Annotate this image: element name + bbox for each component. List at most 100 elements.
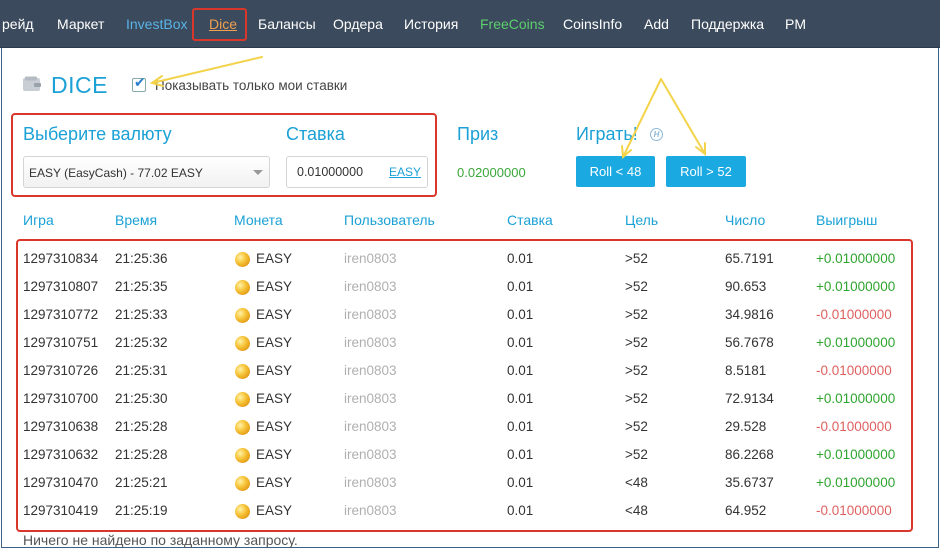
cell-user[interactable]: iren0803 <box>344 475 397 490</box>
currency-select-value: EASY (EasyCash) - 77.02 EASY <box>29 166 203 180</box>
cell-number: 90.653 <box>725 279 767 294</box>
cell-game: 1297310632 <box>23 447 99 462</box>
check-icon: ✔ <box>134 74 146 90</box>
column-header-coin[interactable]: Монета <box>234 212 283 228</box>
column-header-user[interactable]: Пользователь <box>344 212 435 228</box>
cell-user[interactable]: iren0803 <box>344 335 397 350</box>
column-header-bet[interactable]: Ставка <box>507 212 553 228</box>
cell-game: 1297310726 <box>23 363 99 378</box>
cell-number: 8.5181 <box>725 363 767 378</box>
cell-coin: EASY <box>256 251 293 266</box>
coin-icon <box>235 420 250 435</box>
cell-time: 21:25:28 <box>115 447 168 462</box>
nav-item-coinsinfo[interactable]: CoinsInfo <box>563 16 622 32</box>
column-header-target[interactable]: Цель <box>625 212 658 228</box>
table-row: 1297310632 21:25:28 EASY iren0803 0.01 >52 86.… <box>0 447 940 475</box>
cell-coin: EASY <box>256 475 293 490</box>
column-header-win[interactable]: Выигрыш <box>816 212 877 228</box>
coin-icon <box>235 504 250 519</box>
cell-bet: 0.01 <box>507 447 534 462</box>
cell-time: 21:25:21 <box>115 475 168 490</box>
table-row: 1297310772 21:25:33 EASY iren0803 0.01 >52 34.… <box>0 307 940 335</box>
play-heading: Играть! <box>576 124 638 144</box>
cell-game: 1297310470 <box>23 475 99 490</box>
nav-item-trade[interactable]: рейд <box>2 16 34 32</box>
cell-game: 1297310772 <box>23 307 99 322</box>
prize-value: 0.02000000 <box>457 165 526 180</box>
cell-coin: EASY <box>256 279 293 294</box>
cell-bet: 0.01 <box>507 279 534 294</box>
cell-user[interactable]: iren0803 <box>344 419 397 434</box>
cell-user[interactable]: iren0803 <box>344 251 397 266</box>
nav-item-market[interactable]: Маркет <box>57 16 104 32</box>
table-row: 1297310700 21:25:30 EASY iren0803 0.01 >52 72.… <box>0 391 940 419</box>
bet-input-value[interactable]: 0.01000000 <box>297 165 363 179</box>
cell-win: +0.01000000 <box>816 279 896 294</box>
cell-target: >52 <box>625 391 648 406</box>
bet-currency-link[interactable]: EASY <box>389 165 421 179</box>
nav-item-support[interactable]: Поддержка <box>691 16 764 32</box>
table-row: 1297310834 21:25:36 EASY iren0803 0.01 >52 65.… <box>0 251 940 279</box>
cell-game: 1297310638 <box>23 419 99 434</box>
nav-item-freecoins[interactable]: FreeCoins <box>480 16 545 32</box>
cell-number: 64.952 <box>725 503 767 518</box>
cell-number: 65.7191 <box>725 251 774 266</box>
cell-bet: 0.01 <box>507 251 534 266</box>
cell-target: <48 <box>625 503 648 518</box>
dice-highlight-box <box>192 8 247 41</box>
cell-number: 29.528 <box>725 419 767 434</box>
cell-user[interactable]: iren0803 <box>344 307 397 322</box>
cell-user[interactable]: iren0803 <box>344 391 397 406</box>
table-row: 1297310419 21:25:19 EASY iren0803 0.01 <48 64.… <box>0 503 940 531</box>
roll-high-button[interactable]: Roll > 52 <box>666 156 746 187</box>
nav-item-investbox[interactable]: InvestBox <box>126 16 187 32</box>
cell-time: 21:25:28 <box>115 419 168 434</box>
cell-time: 21:25:31 <box>115 363 168 378</box>
cell-number: 56.7678 <box>725 335 774 350</box>
nav-item-history[interactable]: История <box>404 16 458 32</box>
nav-item-pm[interactable]: PM <box>785 16 806 32</box>
cell-user[interactable]: iren0803 <box>344 447 397 462</box>
chevron-down-icon <box>253 170 263 175</box>
table-row: 1297310807 21:25:35 EASY iren0803 0.01 >52 90.… <box>0 279 940 307</box>
cell-user[interactable]: iren0803 <box>344 363 397 378</box>
only-my-bets-label: Показывать только мои ставки <box>155 78 348 93</box>
cell-win: -0.01000000 <box>816 307 892 322</box>
roll-low-button[interactable]: Roll < 48 <box>576 156 655 187</box>
coin-icon <box>235 280 250 295</box>
coin-icon <box>235 476 250 491</box>
table-row: 1297310751 21:25:32 EASY iren0803 0.01 >52 56.… <box>0 335 940 363</box>
currency-select[interactable]: EASY (EasyCash) - 77.02 EASY <box>23 156 270 188</box>
cell-number: 86.2268 <box>725 447 774 462</box>
cell-number: 34.9816 <box>725 307 774 322</box>
column-header-number[interactable]: Число <box>725 212 765 228</box>
cell-coin: EASY <box>256 307 293 322</box>
cell-coin: EASY <box>256 447 293 462</box>
cell-bet: 0.01 <box>507 335 534 350</box>
top-nav: рейд Маркет InvestBox Dice Балансы Ордер… <box>0 0 940 48</box>
cell-time: 21:25:30 <box>115 391 168 406</box>
cell-target: >52 <box>625 307 648 322</box>
nav-item-balances[interactable]: Балансы <box>258 16 316 32</box>
column-header-time[interactable]: Время <box>115 212 157 228</box>
column-header-game[interactable]: Игра <box>23 212 54 228</box>
only-my-bets-checkbox[interactable]: ✔ <box>132 74 146 92</box>
coin-icon <box>235 252 250 267</box>
cell-time: 21:25:33 <box>115 307 168 322</box>
cell-win: +0.01000000 <box>816 251 896 266</box>
cell-win: -0.01000000 <box>816 419 892 434</box>
table-row: 1297310470 21:25:21 EASY iren0803 0.01 <48 35.… <box>0 475 940 503</box>
bet-input[interactable]: 0.01000000 EASY <box>286 156 428 188</box>
nav-item-add[interactable]: Add <box>644 16 669 32</box>
cell-win: -0.01000000 <box>816 363 892 378</box>
help-icon[interactable]: H <box>650 128 663 141</box>
wallet-icon <box>23 76 41 91</box>
cell-coin: EASY <box>256 391 293 406</box>
cell-user[interactable]: iren0803 <box>344 503 397 518</box>
table-row: 1297310726 21:25:31 EASY iren0803 0.01 >52 8.5… <box>0 363 940 391</box>
cell-user[interactable]: iren0803 <box>344 279 397 294</box>
coin-icon <box>235 336 250 351</box>
cell-win: +0.01000000 <box>816 475 896 490</box>
nav-item-orders[interactable]: Ордера <box>333 16 383 32</box>
cell-game: 1297310700 <box>23 391 99 406</box>
